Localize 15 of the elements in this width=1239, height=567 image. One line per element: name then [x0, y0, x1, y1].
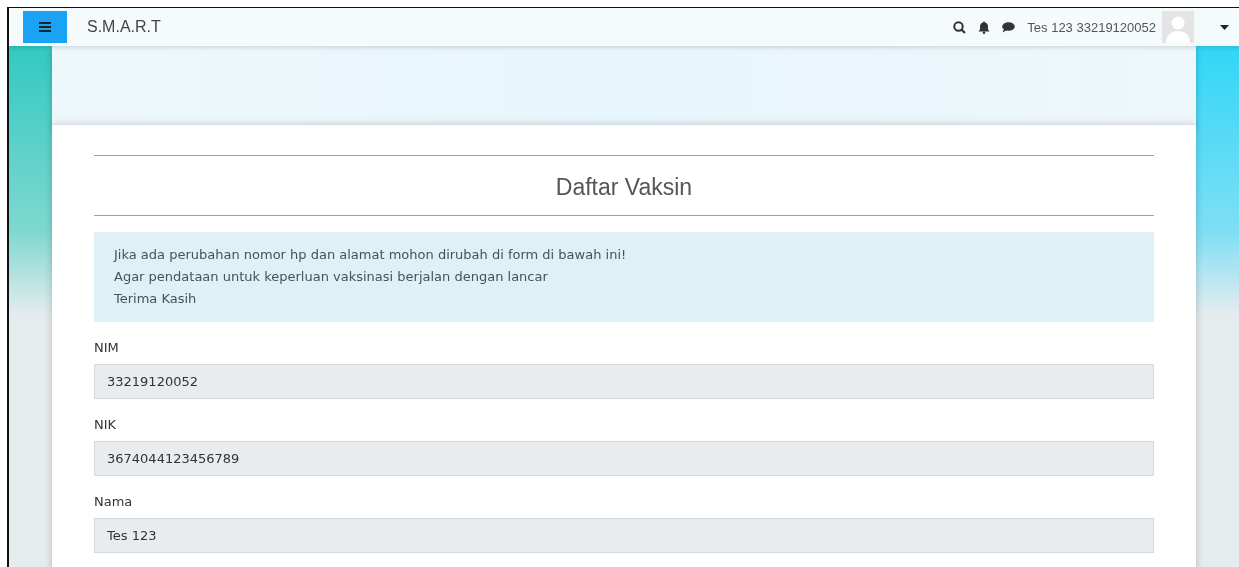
- chat-icon[interactable]: [1002, 21, 1016, 33]
- field-label: NIK: [94, 417, 118, 432]
- field-label: Nama: [94, 494, 134, 509]
- menu-button[interactable]: [23, 11, 67, 43]
- page-title: Daftar Vaksin: [554, 173, 694, 202]
- search-icon[interactable]: [953, 20, 967, 34]
- alert-text: Jika ada perubahan nomor hp dan alamat mohon dirubah di form di bawah ini!: [114, 246, 628, 264]
- caret-icon[interactable]: [1220, 24, 1229, 30]
- user-name[interactable]: Tes 123 33219120052: [1027, 19, 1156, 35]
- menu-icon: [39, 22, 51, 32]
- alert-text: Agar pendataan untuk keperluan vaksinasi berjalan dengan lancar: [114, 268, 549, 286]
- field-label: NIM: [94, 340, 120, 355]
- brand-title[interactable]: S.M.A.R.T: [87, 18, 161, 36]
- alert-text: Terima Kasih: [114, 290, 198, 308]
- bell-icon[interactable]: [978, 20, 991, 34]
